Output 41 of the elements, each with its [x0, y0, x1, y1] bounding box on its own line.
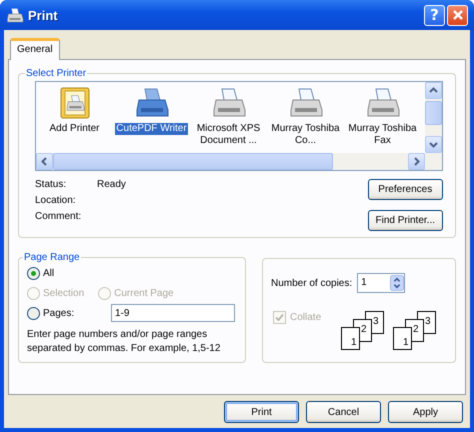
scroll-thumb[interactable]: [425, 101, 442, 125]
field-label: Number of copies:: [271, 278, 352, 288]
group-title: Page Range: [23, 252, 81, 263]
collate-pages-drawing: 3 2 1: [391, 309, 440, 351]
dialog-button[interactable]: Cancel: [306, 401, 381, 423]
tab[interactable]: General: [10, 38, 60, 60]
scrollbar-corner: [425, 153, 442, 170]
dialog-button[interactable]: Find Printer...: [368, 210, 443, 231]
scroll-thumb[interactable]: [53, 153, 333, 170]
scroll-down-button[interactable]: [425, 136, 442, 153]
radio-button[interactable]: Pages:: [27, 303, 107, 323]
copies-spinner[interactable]: 1: [357, 273, 406, 293]
pages-field[interactable]: 1-9: [111, 304, 235, 322]
collate-pages-drawing: 3 2 1: [339, 309, 388, 351]
radio-button[interactable]: All: [27, 263, 54, 283]
close-icon: [452, 9, 464, 21]
printer-item[interactable]: Murray Toshiba Fax: [344, 86, 421, 153]
hint-text: Enter page numbers and/or page ranges separated by commas. For example, 1,5-12: [27, 328, 222, 356]
spin-arrows-icon: [390, 274, 404, 292]
dialog-button[interactable]: Preferences: [368, 179, 443, 200]
close-button[interactable]: [447, 4, 468, 26]
add-printer-icon: [58, 86, 92, 120]
info-label: Comment:: [35, 211, 82, 222]
scroll-right-button[interactable]: [408, 153, 425, 170]
vertical-scrollbar[interactable]: [425, 82, 442, 153]
printer-icon: [6, 7, 24, 23]
printer-item[interactable]: Murray Toshiba Co...: [267, 86, 344, 153]
check-icon: [274, 312, 285, 323]
horizontal-scrollbar[interactable]: [36, 153, 425, 170]
group-title: Select Printer: [25, 68, 88, 79]
printer-item[interactable]: Add Printer: [36, 86, 113, 153]
window-title: Print: [28, 8, 59, 22]
dialog-button[interactable]: Apply: [388, 401, 463, 423]
info-label: Location:: [35, 195, 77, 206]
dialog-button[interactable]: Print: [224, 401, 299, 423]
scroll-up-button[interactable]: [425, 82, 442, 99]
printer-item[interactable]: Microsoft XPS Document ...: [190, 86, 267, 153]
info-value: Ready: [97, 179, 126, 190]
printer-item[interactable]: CutePDF Writer: [113, 86, 190, 153]
scroll-left-button[interactable]: [36, 153, 53, 170]
info-label: Status:: [35, 179, 68, 190]
